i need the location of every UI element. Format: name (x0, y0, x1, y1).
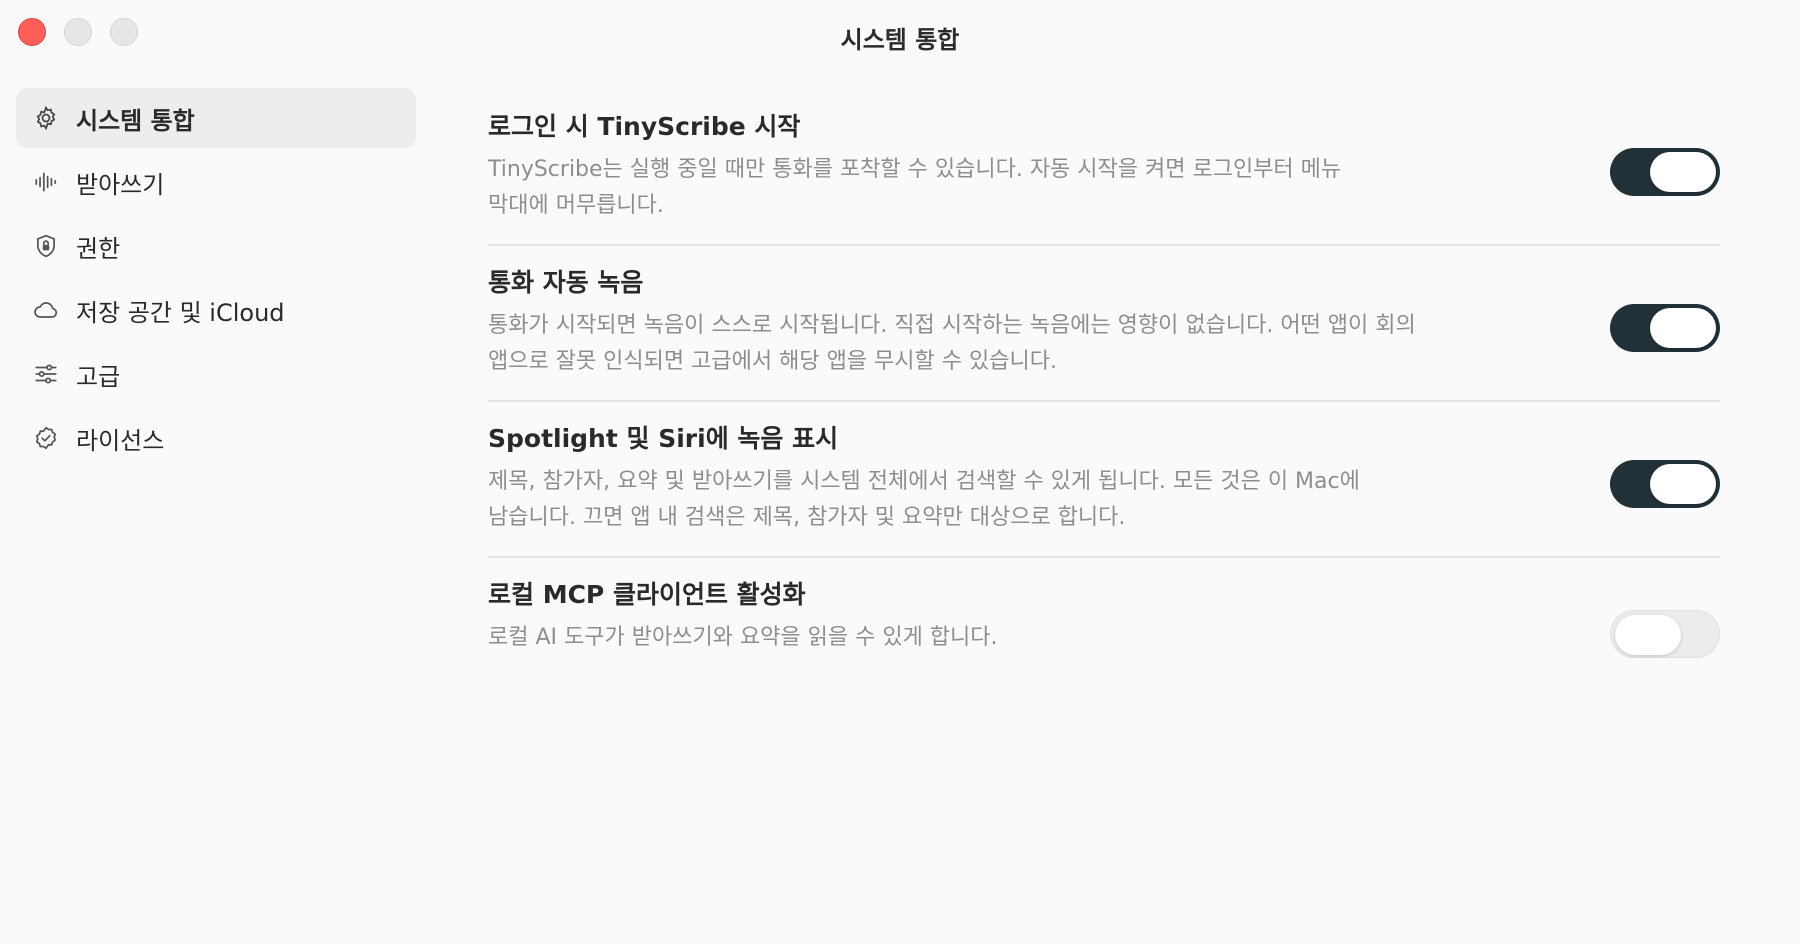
launch-at-login-toggle[interactable] (1610, 148, 1720, 196)
sidebar-item-label: 라이선스 (76, 426, 165, 455)
local-mcp-client-toggle[interactable] (1610, 610, 1720, 658)
setting-description: 로컬 AI 도구가 받아쓰기와 요약을 읽을 수 있게 합니다. (488, 620, 1448, 656)
setting-description-line: 로컬 AI 도구가 받아쓰기와 요약을 읽을 수 있게 합니다. (488, 625, 998, 650)
sidebar-item-system-integration[interactable]: 시스템 통합 (16, 88, 416, 148)
setting-auto-record-calls: 통화 자동 녹음 통화가 시작되면 녹음이 스스로 시작됩니다. 직접 시작하는… (488, 266, 1720, 402)
sidebar-item-advanced[interactable]: 고급 (16, 344, 416, 404)
toggle-knob (1650, 152, 1716, 192)
auto-record-calls-toggle[interactable] (1610, 304, 1720, 352)
sidebar-item-license[interactable]: 라이선스 (16, 408, 416, 468)
setting-description: 제목, 참가자, 요약 및 받아쓰기를 시스템 전체에서 검색할 수 있게 됩니… (488, 464, 1448, 536)
setting-description: TinyScribe는 실행 중일 때만 통화를 포착할 수 있습니다. 자동 … (488, 152, 1448, 224)
setting-description-line: 제목, 참가자, 요약 및 받아쓰기를 시스템 전체에서 검색할 수 있게 됩니… (488, 469, 1360, 494)
setting-title: 로컬 MCP 클라이언트 활성화 (488, 580, 806, 609)
sidebar-item-storage-icloud[interactable]: 저장 공간 및 iCloud (16, 280, 416, 340)
setting-description-line: TinyScribe는 실행 중일 때만 통화를 포착할 수 있습니다. 자동 … (488, 157, 1342, 182)
setting-description-line: 남습니다. 끄면 앱 내 검색은 제목, 참가자 및 요약만 대상으로 합니다. (488, 505, 1126, 530)
sidebar-item-label: 저장 공간 및 iCloud (76, 298, 285, 327)
setting-launch-at-login: 로그인 시 TinyScribe 시작 TinyScribe는 실행 중일 때만… (488, 110, 1720, 246)
setting-description-line: 통화가 시작되면 녹음이 스스로 시작됩니다. 직접 시작하는 녹음에는 영향이… (488, 313, 1416, 338)
sidebar-item-label: 받아쓰기 (76, 170, 165, 199)
spotlight-siri-toggle[interactable] (1610, 460, 1720, 508)
setting-spotlight-siri: Spotlight 및 Siri에 녹음 표시 제목, 참가자, 요약 및 받아… (488, 422, 1720, 558)
sidebar-item-label: 시스템 통합 (76, 106, 195, 135)
gear-icon (32, 104, 60, 132)
seal-check-icon (32, 424, 60, 452)
cloud-icon (32, 296, 60, 324)
shield-lock-icon (32, 232, 60, 260)
waveform-icon (32, 168, 60, 196)
sidebar: 시스템 통합 받아쓰기 권한 저장 공간 및 iCloud 고급 라이선스 (16, 88, 416, 472)
settings-content: 로그인 시 TinyScribe 시작 TinyScribe는 실행 중일 때만… (488, 110, 1720, 708)
sidebar-item-permissions[interactable]: 권한 (16, 216, 416, 276)
sidebar-item-label: 고급 (76, 362, 121, 391)
window-title: 시스템 통합 (840, 26, 960, 54)
setting-title: 통화 자동 녹음 (488, 268, 644, 297)
setting-title: 로그인 시 TinyScribe 시작 (488, 112, 801, 141)
setting-local-mcp-client: 로컬 MCP 클라이언트 활성화 로컬 AI 도구가 받아쓰기와 요약을 읽을 … (488, 578, 1720, 688)
toggle-knob (1650, 308, 1716, 348)
title-bar: 시스템 통합 (0, 0, 1800, 80)
toggle-knob (1650, 464, 1716, 504)
sidebar-item-dictation[interactable]: 받아쓰기 (16, 152, 416, 212)
setting-description-line: 앱으로 잘못 인식되면 고급에서 해당 앱을 무시할 수 있습니다. (488, 349, 1057, 374)
setting-description: 통화가 시작되면 녹음이 스스로 시작됩니다. 직접 시작하는 녹음에는 영향이… (488, 308, 1448, 380)
toggle-knob (1615, 615, 1681, 655)
setting-description-line: 막대에 머무릅니다. (488, 193, 664, 218)
sidebar-item-label: 권한 (76, 234, 121, 263)
sliders-icon (32, 360, 60, 388)
settings-window: 시스템 통합 시스템 통합 받아쓰기 권한 저장 공간 및 iCloud 고급 … (0, 0, 1800, 944)
setting-title: Spotlight 및 Siri에 녹음 표시 (488, 424, 839, 453)
